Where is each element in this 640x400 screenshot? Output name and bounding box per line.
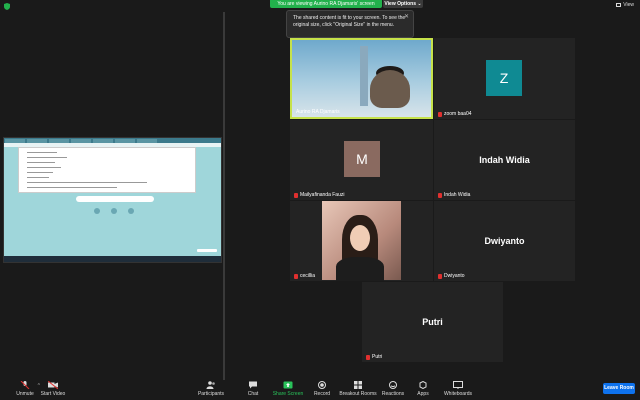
participant-name: Dwiyanto xyxy=(444,273,465,279)
breakout-rooms-icon xyxy=(354,381,362,389)
participant-tile[interactable]: Indah Widia Indah Widia xyxy=(434,120,575,200)
shield-icon[interactable] xyxy=(4,3,10,10)
participant-name: Mailyafinanda Fauzi xyxy=(300,192,345,198)
shared-shortcut xyxy=(94,208,100,214)
participant-name: Indah Widia xyxy=(444,192,471,198)
split-divider[interactable] xyxy=(223,12,225,380)
participant-tile[interactable]: Putri Putri xyxy=(362,282,503,362)
whiteboards-label: Whiteboards xyxy=(443,391,473,397)
participant-name-tag: Mailyafinanda Fauzi xyxy=(294,192,344,198)
participant-name: zoom baa04 xyxy=(444,111,472,117)
participant-name-tag: Dwiyanto xyxy=(438,273,465,279)
close-icon[interactable]: ✕ xyxy=(404,14,409,21)
participant-tile[interactable]: M Mailyafinanda Fauzi xyxy=(290,120,433,200)
meeting-toolbar: Unmute ^ Start Video Participants Chat S… xyxy=(0,380,640,400)
participant-tile[interactable]: Dwiyanto Dwiyanto xyxy=(434,201,575,281)
mic-muted-icon xyxy=(438,111,442,117)
mic-muted-icon xyxy=(438,273,442,279)
avatar: Z xyxy=(486,60,522,96)
participant-name-tag: cecillia xyxy=(294,273,315,279)
participant-tile[interactable]: cecillia xyxy=(290,201,433,281)
participant-display-name: Dwiyanto xyxy=(484,236,525,246)
participant-tile[interactable]: Aurino RA Djamaris xyxy=(290,38,433,119)
participant-name-tag: Aurino RA Djamaris xyxy=(296,109,340,115)
video-person-body xyxy=(336,257,384,281)
start-video-label: Start Video xyxy=(40,391,66,397)
video-person xyxy=(370,70,410,108)
shared-customize-button xyxy=(197,249,217,252)
participants-icon xyxy=(206,381,215,389)
video-person-face xyxy=(350,225,370,251)
mic-muted-icon xyxy=(438,192,442,198)
leave-room-button[interactable]: Leave Room xyxy=(603,383,635,394)
participant-name-tag: Indah Widia xyxy=(438,192,470,198)
reactions-icon xyxy=(389,381,397,389)
apps-label: Apps xyxy=(417,391,429,397)
top-bar: You are viewing Aurino RA Djamaris' scre… xyxy=(0,0,640,10)
mic-muted-icon xyxy=(294,273,298,279)
viewing-screen-banner: You are viewing Aurino RA Djamaris' scre… xyxy=(270,0,382,8)
shared-shortcut xyxy=(128,208,134,214)
record-icon xyxy=(318,381,326,389)
shared-shortcut xyxy=(111,208,117,214)
shared-search-dropdown xyxy=(18,147,196,193)
video-off-icon xyxy=(48,381,58,389)
participant-display-name: Putri xyxy=(422,317,443,327)
chat-label: Chat xyxy=(247,391,259,397)
video-tower xyxy=(360,46,368,106)
participant-name-tag: Putri xyxy=(366,354,382,360)
participant-name: Putri xyxy=(372,354,383,360)
participant-name: Aurino RA Djamaris xyxy=(296,109,340,115)
view-label: View xyxy=(623,2,634,8)
tooltip-text: The shared content is fit to your screen… xyxy=(293,15,406,28)
chat-icon xyxy=(249,381,257,389)
participants-label: Participants xyxy=(197,391,225,397)
avatar: M xyxy=(344,141,380,177)
fit-to-screen-tooltip: The shared content is fit to your screen… xyxy=(286,10,414,38)
view-button[interactable]: View xyxy=(616,2,634,8)
start-video-button[interactable]: Start Video xyxy=(28,380,78,397)
mic-muted-icon xyxy=(294,192,298,198)
view-options-button[interactable]: View Options ⌄ xyxy=(383,0,423,8)
whiteboards-button[interactable]: Whiteboards xyxy=(433,380,483,397)
shared-taskbar xyxy=(4,256,221,262)
mic-muted-icon xyxy=(366,354,370,360)
whiteboard-icon xyxy=(453,381,463,389)
shared-screen[interactable] xyxy=(3,137,222,263)
apps-icon xyxy=(419,381,427,389)
participant-tile[interactable]: Z zoom baa04 xyxy=(434,38,575,119)
participant-name-tag: zoom baa04 xyxy=(438,111,472,117)
share-screen-icon xyxy=(283,381,293,389)
grid-icon xyxy=(616,2,622,7)
participant-name: cecillia xyxy=(300,273,316,279)
record-label: Record xyxy=(313,391,331,397)
shared-search-box xyxy=(76,196,154,202)
participant-display-name: Indah Widia xyxy=(479,155,530,165)
